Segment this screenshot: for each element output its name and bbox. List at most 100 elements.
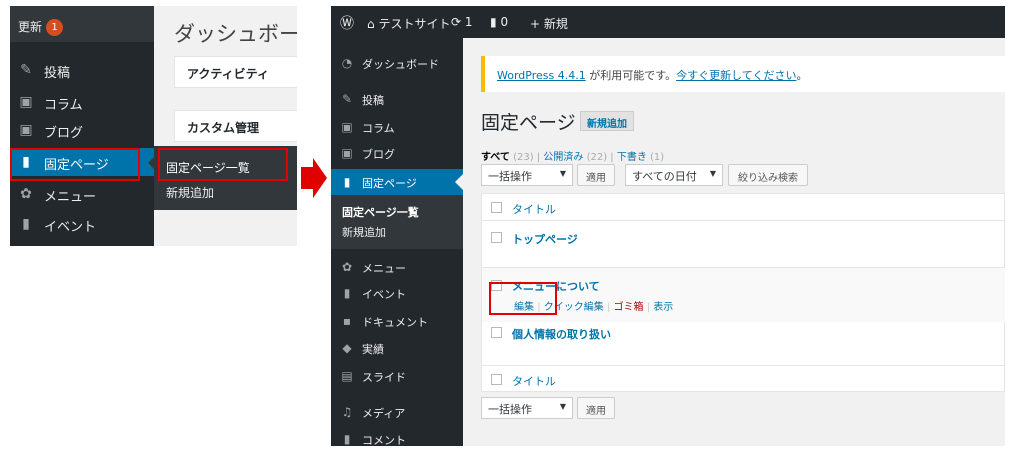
date-filter-value: すべての日付 <box>632 170 697 183</box>
table-footer: タイトル <box>482 366 1005 392</box>
filter-published[interactable]: 公開済み <box>543 152 583 163</box>
pages-table: タイトル トップページ メニューについて 編集 | クイック編集 | ゴミ箱 |… <box>481 193 1005 392</box>
column-icon: ▣ <box>19 94 33 110</box>
site-name-text: テストサイト <box>378 17 451 31</box>
custom-box: カスタム管理 <box>174 110 297 142</box>
sidebar-item-label: ブログ <box>362 148 395 161</box>
sidebar-item-menu[interactable]: ✿ メニュー <box>10 180 154 208</box>
updates-count-text: 1 <box>464 15 473 29</box>
select-all-checkbox[interactable] <box>491 202 502 213</box>
results-icon: ◆ <box>342 341 352 355</box>
sidebar-item-blog[interactable]: ▣ ブログ <box>331 140 463 166</box>
sidebar-item-blog[interactable]: ▣ ブログ <box>10 116 154 144</box>
updates-menu-item[interactable]: 更新 1 <box>10 6 154 42</box>
wordpress-logo-icon[interactable]: Ⓦ <box>340 13 354 33</box>
sidebar-item-column[interactable]: ▣ コラム <box>10 88 154 116</box>
table-row: 個人情報の取り扱い <box>482 322 1005 365</box>
update-count-badge: 1 <box>46 19 64 36</box>
menu-brush-icon: ✿ <box>341 260 353 274</box>
view-link[interactable]: 表示 <box>653 302 673 313</box>
sidebar-item-media[interactable]: ♫ メディア <box>331 399 463 425</box>
notice-end: 。 <box>796 69 808 82</box>
sidebar-item-label: 投稿 <box>362 94 384 107</box>
chevron-down-icon: ▼ <box>559 402 566 411</box>
row-checkbox[interactable] <box>491 327 502 338</box>
home-icon: ⌂ <box>367 17 375 31</box>
sidebar-item-menu[interactable]: ✿ メニュー <box>331 254 463 280</box>
row-checkbox[interactable] <box>491 232 502 243</box>
sidebar-item-posts[interactable]: ✎ 投稿 <box>10 56 154 84</box>
sidebar-item-event[interactable]: ▮ イベント <box>10 210 154 238</box>
date-filter-select[interactable]: すべての日付 ▼ <box>625 164 723 186</box>
sidebar-item-event[interactable]: ▮ イベント <box>331 280 463 306</box>
column-title[interactable]: タイトル <box>512 201 556 217</box>
page-title: 固定ページ <box>481 112 576 134</box>
sidebar-item-results[interactable]: ◆ 実績 <box>331 335 463 361</box>
sidebar-item-posts[interactable]: ✎ 投稿 <box>331 86 463 112</box>
submenu-add-new[interactable]: 新規追加 <box>331 224 463 240</box>
filter-all-count: (23) <box>513 152 534 163</box>
sidebar-item-label: イベント <box>44 220 97 235</box>
bulk-action-select-bottom[interactable]: 一括操作 ▼ <box>481 397 573 419</box>
bulk-action-value: 一括操作 <box>488 403 532 416</box>
filter-button[interactable]: 絞り込み検索 <box>728 164 808 186</box>
sidebar-item-slide[interactable]: ▤ スライド <box>331 363 463 389</box>
media-icon: ♫ <box>341 405 353 419</box>
event-icon: ▮ <box>343 286 351 300</box>
updates-label: 更新 <box>18 20 43 34</box>
chevron-down-icon: ▼ <box>709 169 716 178</box>
highlight-pages-menu <box>10 148 140 181</box>
filter-draft-count: (1) <box>650 152 665 163</box>
sidebar-item-label: ドキュメント <box>362 316 428 329</box>
bulk-action-select[interactable]: 一括操作 ▼ <box>481 164 573 186</box>
site-name-link[interactable]: ⌂ テストサイト <box>367 15 450 32</box>
document-icon: ▪ <box>342 314 352 328</box>
table-row: トップページ <box>482 221 1005 267</box>
dashboard-icon: ◔ <box>341 56 353 70</box>
filter-all[interactable]: すべて <box>481 152 510 163</box>
version-link[interactable]: WordPress 4.4.1 <box>497 69 586 82</box>
row-title-link[interactable]: 個人情報の取り扱い <box>512 326 611 342</box>
sidebar-item-label: スライド <box>362 371 406 384</box>
update-now-link[interactable]: 今すぐ更新してください <box>676 69 796 82</box>
flyout-add-new[interactable]: 新規追加 <box>166 184 214 201</box>
slide-icon: ▤ <box>341 369 353 383</box>
sidebar-item-label: ダッシュボード <box>362 58 439 71</box>
sidebar-item-pages[interactable]: ▮ 固定ページ <box>331 169 463 195</box>
apply-button[interactable]: 適用 <box>577 164 615 186</box>
apply-button-bottom[interactable]: 適用 <box>577 397 615 419</box>
row-title-link[interactable]: トップページ <box>512 231 578 247</box>
column-title[interactable]: タイトル <box>512 373 556 389</box>
bulk-action-value: 一括操作 <box>488 170 532 183</box>
admin-bar: Ⓦ ⌂ テストサイト ⟳ 1 ▮ 0 + 新規 <box>331 6 1005 38</box>
select-all-checkbox[interactable] <box>491 374 502 385</box>
row-action-sep: | <box>646 302 651 313</box>
blog-icon: ▣ <box>341 146 353 160</box>
sidebar-item-column[interactable]: ▣ コラム <box>331 114 463 140</box>
page-title: ダッシュボード <box>174 22 297 46</box>
trash-link[interactable]: ゴミ箱 <box>614 302 644 313</box>
sidebar-item-dashboard[interactable]: ◔ ダッシュボード <box>331 50 463 76</box>
new-content-link[interactable]: + 新規 <box>530 15 568 32</box>
event-icon: ▮ <box>22 216 30 232</box>
comments-link[interactable]: ▮ 0 <box>490 15 508 29</box>
sidebar-item-comments[interactable]: ▮ コメント <box>331 426 463 446</box>
sidebar-item-document[interactable]: ▪ ドキュメント <box>331 308 463 334</box>
notice-text: が利用可能です。 <box>585 69 677 82</box>
update-notice: WordPress 4.4.1 が利用可能です。今すぐ更新してください。 <box>481 56 1005 92</box>
filter-published-count: (22) <box>586 152 608 163</box>
comment-icon: ▮ <box>490 15 497 29</box>
sidebar-item-label: コラム <box>362 122 395 135</box>
sidebar-item-label: メニュー <box>362 262 406 275</box>
updates-link[interactable]: ⟳ 1 <box>451 15 473 29</box>
sidebar-item-label: コラム <box>44 98 83 113</box>
add-new-button[interactable]: 新規追加 <box>580 111 634 131</box>
new-label-text: 新規 <box>543 17 568 31</box>
filter-draft[interactable]: 下書き <box>617 152 647 163</box>
sidebar-item-label: コメント <box>362 434 406 446</box>
submenu-all-pages[interactable]: 固定ページ一覧 <box>331 204 463 220</box>
row-action-sep: | <box>606 302 611 313</box>
admin-page-screen: Ⓦ ⌂ テストサイト ⟳ 1 ▮ 0 + 新規 ◔ ダッシュボード ✎ 投稿 ▣ コラ… <box>331 6 1005 446</box>
activity-box: アクティビティ <box>174 56 297 88</box>
pushpin-icon: ✎ <box>341 92 353 106</box>
